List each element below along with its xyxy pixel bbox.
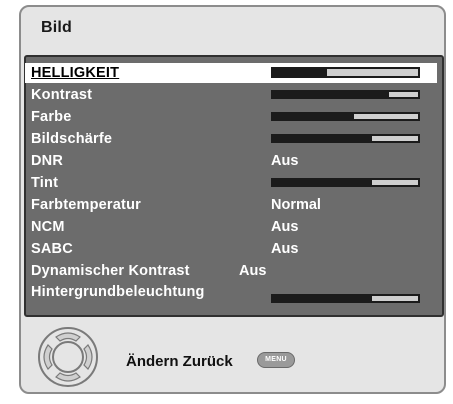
- menu-item-ncm[interactable]: NCM Aus: [31, 217, 435, 237]
- menu-item-farbe[interactable]: Farbe: [31, 107, 435, 127]
- menu-item-label: Farbe: [31, 109, 72, 125]
- slider-remaining: [327, 69, 418, 76]
- menu-item-value: Aus: [239, 263, 267, 279]
- brightness-slider[interactable]: [271, 67, 420, 78]
- color-slider[interactable]: [271, 112, 420, 121]
- direction-pad-icon: [38, 327, 98, 387]
- menu-item-helligkeit[interactable]: HELLIGKEIT: [25, 63, 437, 83]
- menu-item-farbtemperatur[interactable]: Farbtemperatur Normal: [31, 195, 435, 215]
- menu-item-label: NCM: [31, 219, 65, 235]
- slider-remaining: [389, 92, 418, 97]
- slider-remaining: [354, 114, 418, 119]
- backlight-slider[interactable]: [271, 294, 420, 303]
- slider-remaining: [372, 136, 418, 141]
- navigation-hint: Ändern Zurück: [126, 353, 233, 370]
- menu-item-value: Aus: [271, 219, 299, 235]
- menu-item-label: Tint: [31, 175, 59, 191]
- menu-item-tint[interactable]: Tint: [31, 173, 435, 193]
- menu-item-label: Dynamischer Kontrast: [31, 263, 190, 279]
- menu-item-label: Hintergrundbeleuchtung: [31, 284, 205, 300]
- menu-item-hintergrundbeleuchtung[interactable]: Hintergrundbeleuchtung: [31, 282, 435, 303]
- slider-remaining: [372, 296, 418, 301]
- slider-remaining: [372, 180, 418, 185]
- menu-item-dnr[interactable]: DNR Aus: [31, 151, 435, 171]
- menu-item-label: Kontrast: [31, 87, 93, 103]
- menu-item-label: HELLIGKEIT: [31, 65, 120, 81]
- tint-slider[interactable]: [271, 178, 420, 187]
- menu-item-value: Aus: [271, 153, 299, 169]
- menu-item-kontrast[interactable]: Kontrast: [31, 85, 435, 105]
- menu-item-label: SABC: [31, 241, 73, 257]
- menu-item-bildschaerfe[interactable]: Bildschärfe: [31, 129, 435, 149]
- menu-button-icon[interactable]: MENU: [257, 352, 295, 368]
- contrast-slider[interactable]: [271, 90, 420, 99]
- sharpness-slider[interactable]: [271, 134, 420, 143]
- menu-item-label: Farbtemperatur: [31, 197, 141, 213]
- menu-item-label: DNR: [31, 153, 64, 169]
- menu-item-label: Bildschärfe: [31, 131, 113, 147]
- menu-item-value: Normal: [271, 197, 321, 213]
- menu-item-value: Aus: [271, 241, 299, 257]
- menu-item-dynamischer-kontrast[interactable]: Dynamischer Kontrast Aus: [31, 261, 435, 281]
- menu-item-sabc[interactable]: SABC Aus: [31, 239, 435, 259]
